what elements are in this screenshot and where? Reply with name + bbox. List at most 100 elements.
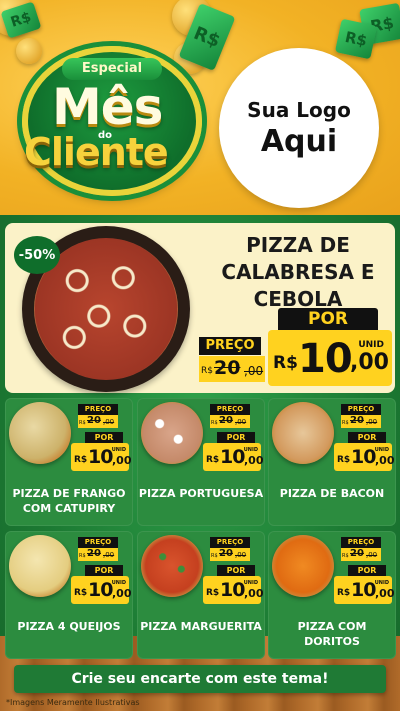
old-price-integer: 20 xyxy=(350,548,364,559)
product-name: PIZZA DE FRANGO COM CATUPIRY xyxy=(12,487,126,515)
old-price-integer: 20 xyxy=(87,415,101,426)
price-integer: 10 xyxy=(351,446,376,468)
pizza-image xyxy=(141,535,203,597)
unit-label: UNID xyxy=(111,580,126,586)
old-price: R$ 20 ,00 xyxy=(78,415,118,428)
old-currency: R$ xyxy=(211,420,218,426)
old-price: R$ 20 ,00 xyxy=(78,548,118,561)
old-price-decimal: ,00 xyxy=(244,364,264,378)
unit-label: UNID xyxy=(243,580,258,586)
price: R$ 10 ,00 UNID xyxy=(334,576,395,604)
price-decimal: ,00 xyxy=(375,454,395,467)
featured-old-price: R$ 20 ,00 xyxy=(199,356,265,382)
unit-label: UNID xyxy=(111,447,126,453)
pizza-image xyxy=(9,402,71,464)
product-card: PREÇO R$ 20 ,00 POR R$ 10 ,00 UNID PIZZA… xyxy=(137,531,265,659)
price-decimal: ,00 xyxy=(350,350,389,375)
product-name: PIZZA PORTUGUESA xyxy=(138,487,264,500)
badge-title-cliente: Cliente xyxy=(24,130,169,174)
old-price-decimal: ,00 xyxy=(366,418,378,426)
price-decimal: ,00 xyxy=(375,587,395,600)
currency-label: R$ xyxy=(337,588,351,598)
old-price: R$ 20 ,00 xyxy=(341,548,381,561)
price: R$ 10 ,00 UNID xyxy=(71,443,132,471)
unit-label: UNID xyxy=(374,447,389,453)
price-decimal: ,00 xyxy=(112,454,132,467)
unit-label: UNID xyxy=(358,340,384,350)
por-label: POR xyxy=(217,432,255,443)
preco-label: PREÇO xyxy=(210,404,250,415)
old-currency: R$ xyxy=(79,553,86,559)
price-integer: 10 xyxy=(88,446,113,468)
product-name: PIZZA DE BACON xyxy=(279,487,385,500)
preco-label: PREÇO xyxy=(78,404,118,415)
pizza-image xyxy=(272,402,334,464)
pizza-image xyxy=(272,535,334,597)
price-integer: 10 xyxy=(298,336,353,382)
currency-label: R$ xyxy=(337,455,351,465)
currency-label: R$ xyxy=(74,455,88,465)
price-decimal: ,00 xyxy=(244,587,264,600)
featured-title: PIZZA DE CALABRESA E CEBOLA xyxy=(221,233,375,311)
por-label: POR xyxy=(348,432,386,443)
badge-especial-label: Especial xyxy=(62,58,162,80)
currency-label: R$ xyxy=(206,455,220,465)
por-label: POR xyxy=(217,565,255,576)
logo-line-2: Aqui xyxy=(260,123,338,159)
old-price-integer: 20 xyxy=(219,415,233,426)
por-label: POR xyxy=(348,565,386,576)
price-decimal: ,00 xyxy=(112,587,132,600)
disclaimer-text: *Imagens Meramente Ilustrativas xyxy=(6,698,140,707)
old-currency: R$ xyxy=(201,366,213,376)
price-integer: 10 xyxy=(88,579,113,601)
currency-label: R$ xyxy=(273,353,298,373)
price-integer: 10 xyxy=(351,579,376,601)
old-price-integer: 20 xyxy=(219,548,233,559)
preco-label: PREÇO xyxy=(341,404,381,415)
old-price-decimal: ,00 xyxy=(366,551,378,559)
product-card: PREÇO R$ 20 ,00 POR R$ 10 ,00 UNID PIZZA… xyxy=(137,398,265,526)
money-icon: R$ xyxy=(334,18,378,60)
price-integer: 10 xyxy=(220,579,245,601)
old-price: R$ 20 ,00 xyxy=(210,415,250,428)
old-currency: R$ xyxy=(342,553,349,559)
featured-preco-label: PREÇO xyxy=(199,337,261,355)
price: R$ 10 ,00 UNID xyxy=(71,576,132,604)
price-decimal: ,00 xyxy=(244,454,264,467)
featured-por-label: POR xyxy=(278,308,378,330)
pizza-image xyxy=(9,535,71,597)
old-price-integer: 20 xyxy=(87,548,101,559)
product-card: PREÇO R$ 20 ,00 POR R$ 10 ,00 UNID PIZZA… xyxy=(268,398,396,526)
currency-label: R$ xyxy=(74,588,88,598)
old-price-integer: 20 xyxy=(214,357,241,379)
old-currency: R$ xyxy=(342,420,349,426)
old-price: R$ 20 ,00 xyxy=(341,415,381,428)
price: R$ 10 ,00 UNID xyxy=(334,443,395,471)
old-price: R$ 20 ,00 xyxy=(210,548,250,561)
por-label: POR xyxy=(85,565,123,576)
featured-price: R$ 10 ,00 UNID xyxy=(268,330,392,386)
coin-icon xyxy=(16,38,42,64)
product-card: PREÇO R$ 20 ,00 POR R$ 10 ,00 UNID PIZZA… xyxy=(268,531,396,659)
old-currency: R$ xyxy=(211,553,218,559)
unit-label: UNID xyxy=(243,447,258,453)
logo-placeholder: Sua Logo Aqui xyxy=(219,48,379,208)
pizza-image xyxy=(141,402,203,464)
badge-title-mes: Mês xyxy=(52,78,163,136)
logo-line-1: Sua Logo xyxy=(247,97,351,122)
price-integer: 10 xyxy=(220,446,245,468)
cta-banner[interactable]: Crie seu encarte com este tema! xyxy=(14,665,386,693)
price: R$ 10 ,00 UNID xyxy=(203,443,264,471)
old-price-decimal: ,00 xyxy=(103,418,115,426)
por-label: POR xyxy=(85,432,123,443)
old-price-decimal: ,00 xyxy=(235,418,247,426)
price: R$ 10 ,00 UNID xyxy=(203,576,264,604)
product-card: PREÇO R$ 20 ,00 POR R$ 10 ,00 UNID PIZZA… xyxy=(5,398,133,526)
currency-label: R$ xyxy=(206,588,220,598)
preco-label: PREÇO xyxy=(341,537,381,548)
preco-label: PREÇO xyxy=(78,537,118,548)
old-price-decimal: ,00 xyxy=(103,551,115,559)
unit-label: UNID xyxy=(374,580,389,586)
product-name: PIZZA MARGUERITA xyxy=(140,620,262,633)
old-price-integer: 20 xyxy=(350,415,364,426)
